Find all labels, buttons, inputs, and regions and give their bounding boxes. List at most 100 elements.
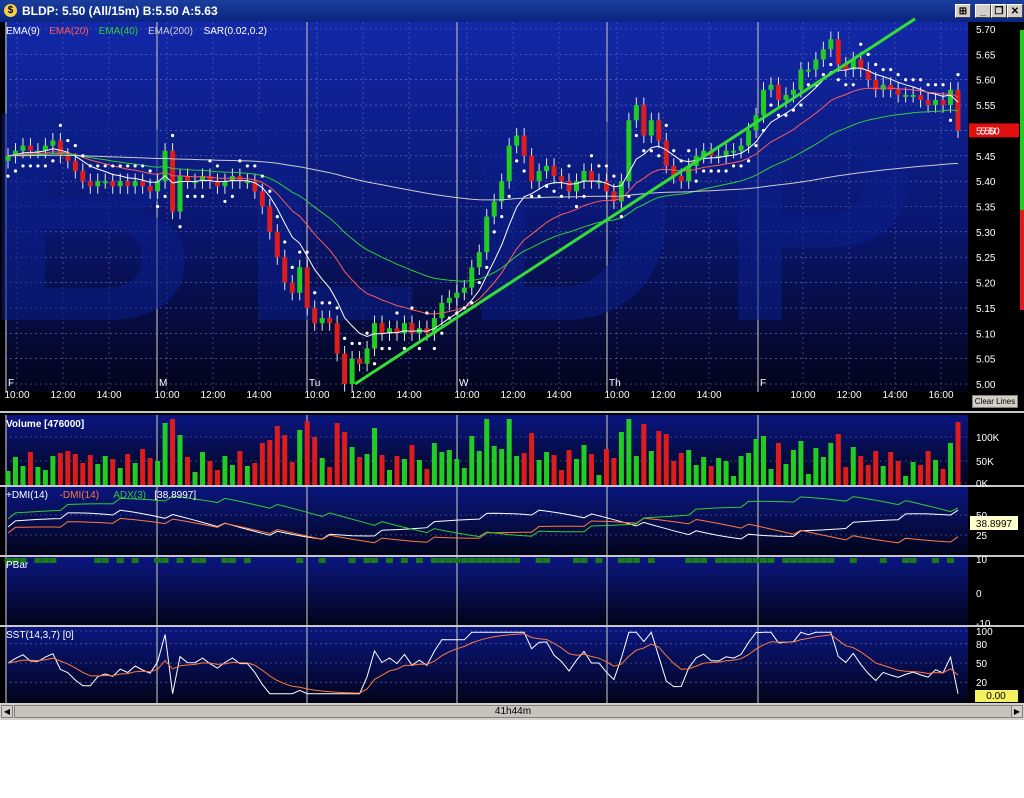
sar-dot [223,199,227,204]
pbar-segment [580,558,588,563]
candle-body [87,181,93,187]
pbar-segment [228,558,236,563]
volume-bar [282,435,288,485]
pbar-segment [116,558,124,563]
volume-bar [873,451,879,485]
sar-dot [96,164,100,168]
volume-bar [50,456,56,485]
sar-dot [328,301,332,305]
candle-body [342,353,348,384]
volume-bar [170,419,176,485]
sar-dot [28,164,33,168]
volume-bar [663,434,669,485]
candle-body [731,150,737,153]
candle-body [805,69,811,72]
sar-dot [357,341,362,346]
sar-dot [36,164,40,168]
price-tick-label: 5.40 [976,177,996,188]
volume-bar [416,460,422,485]
day-label: W [459,378,469,389]
volume-bar [775,443,781,485]
candle-body [499,181,505,202]
pbar-segment [445,558,453,563]
candle-body [155,181,161,192]
sst-tick-label: 50 [976,659,988,670]
dmi-legend-2: -DMI(14) [60,490,99,501]
volume-bar [12,457,18,485]
price-tick-label: 5.65 [976,50,996,61]
candle-body [529,155,535,182]
volume-bar [798,441,804,485]
pbar-segment [94,558,102,563]
clear-lines-button[interactable]: Clear Lines [972,395,1018,408]
time-tick-label: 10:00 [790,390,815,401]
candle-body [783,94,789,100]
pbar-segment [700,558,708,563]
volume-bar [596,475,602,485]
candle-body [364,348,370,364]
right-edge-down-strip [1020,210,1024,310]
candle-body [581,171,587,182]
pbar-tick-label: 0 [976,589,982,600]
pbar-segment [468,558,476,563]
sar-dot [88,164,92,168]
volume-bar [357,457,363,485]
sar-dot [215,164,220,168]
volume-bar [5,471,11,485]
volume-bar [850,447,856,485]
volume-bar [289,462,295,485]
volume-bar [626,419,632,485]
volume-bar [828,443,834,485]
volume-bar [858,456,864,485]
pbar-segment [692,558,700,563]
dmi-tick-label: 50 [976,511,988,522]
candle-body [566,181,572,192]
candle-body [746,130,752,146]
scroll-right-arrow-icon[interactable]: ▶ [1011,705,1023,718]
sar-dot [515,159,519,163]
sar-dot [642,149,646,153]
scroll-track[interactable]: 41h44m [14,705,1012,718]
volume-tick-label: 100K [976,433,1000,444]
sar-dot [709,169,713,173]
sar-dot [791,108,796,112]
volume-bar [723,461,729,485]
volume-bar [461,468,467,485]
sar-dot [926,83,930,87]
sar-dot [133,164,137,168]
pbar-segment [505,558,513,563]
volume-bar [401,459,407,485]
scroll-left-arrow-icon[interactable]: ◀ [1,705,13,718]
pbar-segment [902,558,910,563]
sar-dot [544,184,549,188]
volume-bar [229,465,235,485]
sar-dot [320,301,324,305]
sar-dot [627,194,631,198]
candle-body [65,155,71,161]
sar-dot [283,240,287,244]
sar-dot [948,118,953,122]
candle-body [888,84,894,90]
volume-bar [312,437,318,485]
volume-bar [125,454,131,485]
day-label: F [8,378,14,389]
pbar-segment [498,558,506,563]
volume-bar [521,453,527,485]
chart-window: $ BLDP: 5.50 (All/15m) B:5.50 A:5.63 ⊞ _… [0,0,1024,720]
volume-bar [349,447,355,485]
candle-body [544,165,550,171]
pbar-segment [41,558,49,563]
volume-bar [342,432,348,485]
volume-bar [454,459,460,485]
pbar-segment [737,558,745,563]
time-tick-label: 12:00 [350,390,375,401]
volume-bar [177,435,183,485]
pbar-segment [797,558,805,563]
sar-dot [13,169,18,173]
dmi-value: [38.8997] [154,490,196,501]
volume-bar [506,419,512,485]
sar-dot [956,73,960,77]
volume-tick-label: 50K [976,457,994,468]
price-legend-4: EMA(200) [148,26,193,37]
candle-body [476,252,482,268]
